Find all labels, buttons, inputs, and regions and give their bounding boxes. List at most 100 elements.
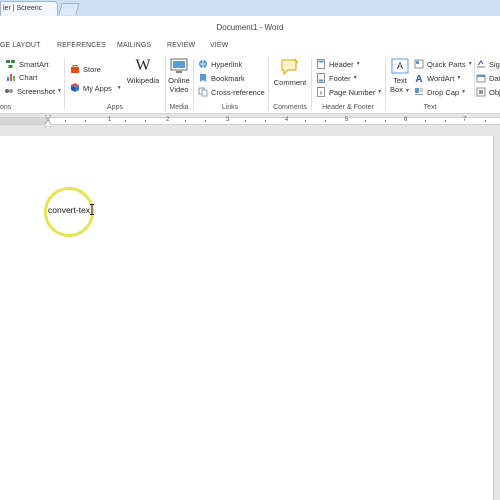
- chevron-down-icon: ▼: [404, 88, 410, 94]
- title-bar: Document1 - Word: [0, 16, 500, 38]
- group-text: A Text Box ▼ Quick Parts ▼ A WordArt ▼ Drop…: [386, 54, 500, 114]
- group-divider: [474, 58, 475, 98]
- indent-marker-icon[interactable]: [45, 115, 51, 127]
- ruler-number: 6: [404, 117, 408, 123]
- chart-button[interactable]: Chart: [6, 71, 37, 83]
- comment-button[interactable]: Comment: [269, 58, 311, 87]
- group-label-comments: Comments: [273, 104, 307, 111]
- ruler-tick: [125, 120, 126, 122]
- online-video-button[interactable]: Online Video: [166, 58, 192, 94]
- ruler-tick: [85, 120, 86, 122]
- svg-text:A: A: [397, 61, 403, 71]
- ruler-number: 3: [226, 117, 230, 123]
- group-label-illustrations: ons: [0, 104, 12, 111]
- my-apps-icon: [71, 83, 79, 92]
- group-comments: Comment Comments: [269, 54, 311, 114]
- ribbon-tabs: GE LAYOUT REFERENCES MAILINGS REVIEW VIE…: [0, 38, 500, 54]
- group-illustrations: SmartArt Chart Screenshot ▼ ons: [0, 54, 64, 114]
- wordart-button[interactable]: A WordArt ▼: [414, 72, 461, 84]
- page-number-button[interactable]: # Page Number ▼: [316, 86, 382, 98]
- chevron-down-icon: ▼: [352, 75, 358, 81]
- smartart-icon: [6, 60, 15, 68]
- text-box-button[interactable]: A Text Box ▼: [388, 58, 412, 96]
- date-time-button[interactable]: Date: [476, 72, 500, 84]
- click-highlight-circle: [44, 187, 94, 237]
- ruler-number: 1: [108, 117, 112, 123]
- ruler-tick: [205, 120, 206, 122]
- tab-mailings[interactable]: MAILINGS: [117, 42, 151, 49]
- hyperlink-button[interactable]: Hyperlink: [198, 58, 242, 70]
- wordart-icon: A: [415, 74, 422, 83]
- bookmark-icon: [200, 74, 206, 82]
- ruler-tick: [425, 120, 426, 122]
- ruler-number: 7: [463, 117, 467, 123]
- chevron-down-icon: ▼: [116, 85, 122, 91]
- comment-icon: [281, 58, 299, 76]
- group-header-footer: Header ▼ Footer ▼ # Page Number ▼ Header & …: [312, 54, 384, 114]
- ruler-tick: [385, 120, 386, 122]
- ruler-tick: [245, 120, 246, 122]
- drop-cap-button[interactable]: Drop Cap ▼: [414, 86, 466, 98]
- svg-text:#: #: [320, 91, 323, 97]
- chevron-down-icon: ▼: [355, 61, 361, 67]
- text-cursor-icon: [90, 204, 94, 215]
- ruler-tick: [145, 120, 146, 122]
- ruler-number: 4: [285, 117, 289, 123]
- ruler-margin: [0, 118, 50, 124]
- footer-icon: [317, 73, 325, 83]
- cross-reference-icon: [198, 87, 208, 97]
- ruler-number: 5: [345, 117, 349, 123]
- tab-page-layout[interactable]: GE LAYOUT: [0, 42, 40, 49]
- group-label-media: Media: [169, 104, 189, 111]
- tab-view[interactable]: VIEW: [210, 42, 228, 49]
- ruler-tick: [185, 120, 186, 122]
- ruler-tick: [365, 120, 366, 122]
- chevron-down-icon: ▼: [456, 75, 462, 81]
- browser-tab-title: ler | Screenc: [3, 5, 43, 12]
- group-label-text: Text: [423, 104, 437, 111]
- my-apps-button[interactable]: My Apps ▼: [70, 82, 122, 94]
- bookmark-button[interactable]: Bookmark: [198, 72, 245, 84]
- group-label-header-footer: Header & Footer: [322, 104, 374, 111]
- tab-review[interactable]: REVIEW: [167, 42, 195, 49]
- wikipedia-icon: W: [135, 57, 151, 74]
- tab-references[interactable]: REFERENCES: [57, 42, 106, 49]
- text-box-icon: A: [391, 58, 409, 74]
- screenshot-icon: [5, 89, 13, 93]
- document-page[interactable]: convert-tex: [0, 136, 494, 500]
- hyperlink-icon: [199, 60, 207, 68]
- group-links: Hyperlink Bookmark Cross-reference Links: [194, 54, 266, 114]
- document-canvas: convert-tex: [0, 128, 500, 500]
- ruler-tick: [265, 120, 266, 122]
- group-label-links: Links: [221, 104, 239, 111]
- browser-tab[interactable]: ler | Screenc: [0, 1, 58, 16]
- footer-button[interactable]: Footer ▼: [316, 72, 358, 84]
- calendar-icon: [476, 74, 486, 83]
- cross-reference-button[interactable]: Cross-reference: [198, 86, 265, 98]
- ruler-tick: [325, 120, 326, 122]
- chevron-down-icon: ▼: [56, 88, 62, 94]
- object-icon: [476, 87, 486, 97]
- object-button[interactable]: Obj: [476, 86, 500, 98]
- quick-parts-icon: [414, 59, 424, 69]
- smartart-button[interactable]: SmartArt: [6, 58, 49, 70]
- quick-parts-button[interactable]: Quick Parts ▼: [414, 58, 473, 70]
- screenshot-button[interactable]: Screenshot ▼: [4, 85, 62, 97]
- drop-cap-icon: [415, 88, 423, 95]
- header-button[interactable]: Header ▼: [316, 58, 361, 70]
- group-label-apps: Apps: [107, 104, 123, 111]
- online-video-icon: [170, 58, 188, 73]
- wikipedia-button[interactable]: W Wikipedia: [123, 57, 163, 86]
- ruler-tick: [305, 120, 306, 122]
- window-title: Document1 - Word: [216, 23, 284, 32]
- store-button[interactable]: Store: [70, 63, 101, 75]
- ruler-tick: [485, 120, 486, 122]
- chevron-down-icon: ▼: [461, 89, 467, 95]
- new-tab-button[interactable]: [58, 3, 80, 15]
- browser-tab-strip: ler | Screenc: [0, 0, 500, 16]
- chevron-down-icon: ▼: [467, 61, 473, 67]
- signature-line-button[interactable]: Sign: [476, 58, 500, 70]
- page-number-icon: #: [317, 87, 325, 97]
- horizontal-ruler[interactable]: 1 2 3 4 5 6 7: [0, 114, 500, 128]
- ruler-number: 2: [166, 117, 170, 123]
